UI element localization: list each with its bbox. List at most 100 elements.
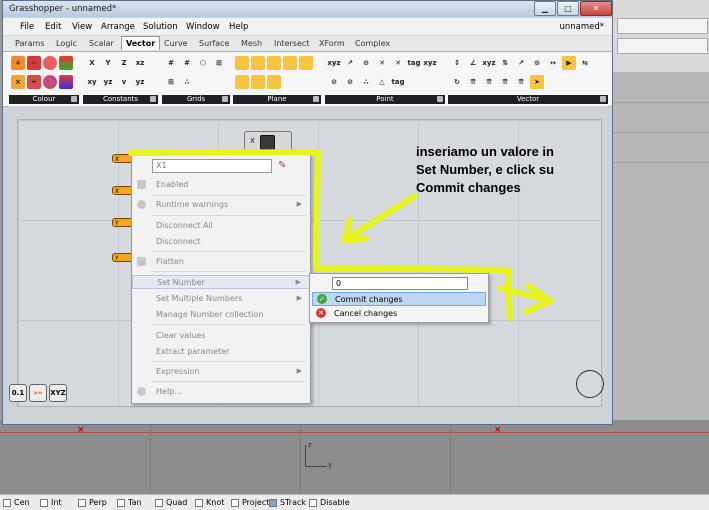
side-panel-field[interactable] (617, 38, 708, 54)
eraser-icon[interactable]: ✎ (278, 160, 286, 171)
panel-settings-icon[interactable] (71, 96, 77, 102)
menu-set-multiple-numbers[interactable]: Set Multiple Numbers ▶ (132, 292, 310, 306)
colour-cmyk-icon[interactable] (59, 75, 73, 89)
vector-dot-icon[interactable]: ⊙ (530, 56, 544, 70)
vector-multiply-icon[interactable]: ⇈ (498, 75, 512, 89)
param-name-input[interactable]: X1 (152, 159, 272, 173)
point-distance-icon[interactable]: ↗ (343, 56, 357, 70)
tab-xform[interactable]: XForm (319, 39, 345, 48)
panel-settings-icon[interactable] (313, 96, 319, 102)
menu-help[interactable]: Help (229, 22, 248, 32)
colour-subtract-icon[interactable]: − (27, 56, 41, 70)
checkbox[interactable] (269, 498, 277, 507)
tab-surface[interactable]: Surface (199, 39, 229, 48)
checkbox[interactable] (309, 498, 317, 507)
vector-add-icon[interactable]: ⇈ (514, 75, 528, 89)
unit-z-icon[interactable]: Z (117, 56, 131, 70)
preview-quality-icon[interactable]: 0.1 (9, 384, 27, 402)
menu-help[interactable]: Help... (132, 385, 310, 399)
osnap-quad[interactable]: Quad (155, 497, 187, 508)
checkbox[interactable] (231, 498, 239, 507)
menu-clear-values[interactable]: Clear values (132, 329, 310, 343)
osnap-int[interactable]: Int (40, 497, 62, 508)
plane-xz-icon[interactable] (251, 56, 265, 70)
tab-scalar[interactable]: Scalar (89, 39, 114, 48)
navigation-compass-icon[interactable] (576, 370, 604, 398)
tab-intersect[interactable]: Intersect (274, 39, 309, 48)
menu-extract-parameter[interactable]: Extract parameter (132, 345, 310, 359)
xz-vector-icon[interactable]: xz (133, 56, 147, 70)
plane-origin-icon[interactable] (267, 75, 281, 89)
checkbox[interactable] (155, 498, 163, 507)
colour-multiply-icon[interactable]: × (11, 75, 25, 89)
panel-label-point[interactable]: Point (325, 95, 445, 104)
colour-sphere-icon[interactable] (43, 56, 57, 70)
colour-rgb-icon[interactable] (59, 56, 73, 70)
unit-y-icon[interactable]: Y (101, 56, 115, 70)
grid-triangular-icon[interactable]: ⊞ (164, 75, 178, 89)
yz-vector-icon[interactable]: yz (101, 75, 115, 89)
close-button[interactable]: ✕ (580, 1, 612, 16)
grid-radial-icon[interactable]: ⊞ (212, 56, 226, 70)
vector-reverse-icon[interactable]: ⇆ (578, 56, 592, 70)
vector-2pt-icon[interactable]: ↗ (514, 56, 528, 70)
colour-hsl-icon[interactable] (43, 75, 57, 89)
osnap-strack[interactable]: STrack (269, 497, 306, 508)
osnap-project[interactable]: Project (231, 497, 269, 508)
plane-yz-icon[interactable] (267, 56, 281, 70)
checkbox[interactable] (195, 498, 203, 507)
menu-window[interactable]: Window (186, 22, 220, 32)
checkbox[interactable] (117, 498, 125, 507)
menu-expression[interactable]: Expression ▶ (132, 365, 310, 379)
vector-divide-icon[interactable]: ⇈ (482, 75, 496, 89)
osnap-disable[interactable]: Disable (309, 497, 350, 508)
tab-vector[interactable]: Vector (121, 36, 161, 50)
unit-x-icon[interactable]: X (85, 56, 99, 70)
maximize-button[interactable]: □ (557, 1, 579, 16)
panel-settings-icon[interactable] (437, 96, 443, 102)
menu-disconnect-all[interactable]: Disconnect All (132, 219, 310, 233)
xyz-display-icon[interactable]: XYZ (49, 384, 67, 402)
osnap-knot[interactable]: Knot (195, 497, 224, 508)
panel-label-grids[interactable]: Grids (162, 95, 230, 104)
tab-mesh[interactable]: Mesh (241, 39, 262, 48)
grid-hexagonal-icon[interactable]: ⬡ (196, 56, 210, 70)
vector-length-icon[interactable]: ↔ (546, 56, 560, 70)
panel-label-vector[interactable]: Vector (448, 95, 608, 104)
point-barycentric-icon[interactable]: △ (375, 75, 389, 89)
tab-logic[interactable]: Logic (56, 39, 77, 48)
osnap-cen[interactable]: Cen (3, 497, 30, 508)
rhino-viewport[interactable] (0, 420, 709, 495)
fast-forward-icon[interactable]: »» (29, 384, 47, 402)
set-number-input[interactable]: 0 (332, 277, 468, 290)
menu-set-number[interactable]: Set Number ▶ (132, 275, 310, 289)
vector-cross-icon[interactable]: ⇅ (498, 56, 512, 70)
point-cull-icon[interactable]: ✕ (375, 56, 389, 70)
point-sort-icon[interactable]: ✕ (391, 56, 405, 70)
tab-params[interactable]: Params (15, 39, 45, 48)
grid-rectangular-icon[interactable]: # (180, 56, 194, 70)
menu-runtime-warnings[interactable]: Runtime warnings ▶ (132, 198, 310, 212)
menu-enabled[interactable]: Enabled (132, 178, 310, 192)
point-group-icon[interactable]: ∴ (359, 75, 373, 89)
menu-arrange[interactable]: Arrange (101, 22, 135, 32)
point-decompose-icon[interactable]: xyz (423, 56, 437, 70)
panel-label-plane[interactable]: Plane (233, 95, 321, 104)
checkbox[interactable] (78, 498, 86, 507)
vector-arrow-icon[interactable]: ➤ (530, 75, 544, 89)
vector-unit-icon[interactable]: ⇈ (466, 75, 480, 89)
colour-add-icon[interactable]: + (11, 56, 25, 70)
panel-label-colour[interactable]: Colour (9, 95, 79, 104)
vector-angle-icon[interactable]: ∠ (466, 56, 480, 70)
tab-curve[interactable]: Curve (164, 39, 188, 48)
menu-edit[interactable]: Edit (45, 22, 61, 32)
panel-settings-icon[interactable] (222, 96, 228, 102)
cancel-changes-item[interactable]: ✕ Cancel changes (312, 307, 486, 321)
point-closest-icon[interactable]: ⊙ (359, 56, 373, 70)
grid-populate-icon[interactable]: ∴ (180, 75, 194, 89)
title-bar[interactable]: Grasshopper - unnamed* ▁ □ ✕ (3, 1, 612, 17)
plane-xy-icon[interactable] (235, 56, 249, 70)
unit-vector-icon[interactable]: v (117, 75, 131, 89)
checkbox[interactable] (3, 498, 11, 507)
panel-settings-icon[interactable] (600, 96, 606, 102)
